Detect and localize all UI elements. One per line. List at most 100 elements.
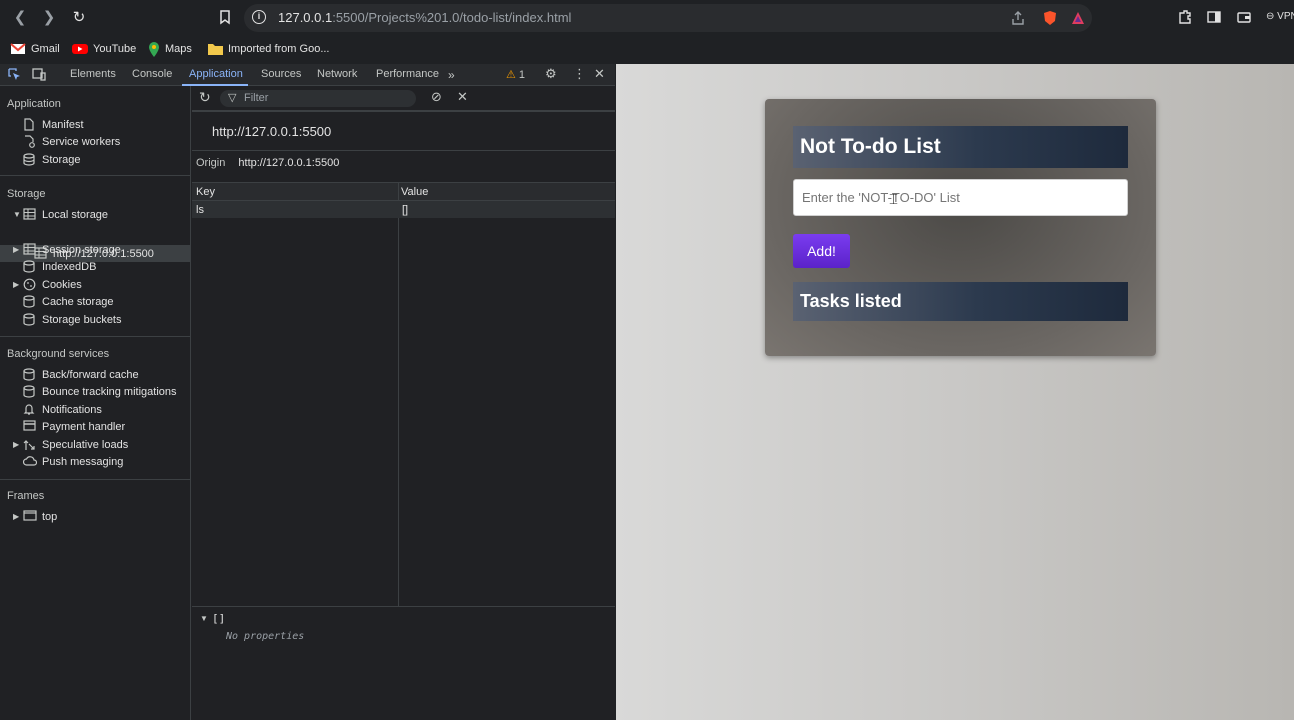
url-text: 127.0.0.1:5500/Projects%201.0/todo-list/… (278, 10, 572, 25)
wallet-icon[interactable] (1236, 9, 1252, 25)
sidebar-item-payment-handler[interactable]: Payment handler (23, 418, 125, 435)
sidebar-item-manifest[interactable]: Manifest (23, 116, 84, 133)
collapse-arrow-icon[interactable]: ▶ (13, 440, 19, 449)
tab-performance[interactable]: Performance (376, 68, 439, 80)
sidebar-divider (0, 175, 191, 176)
sidebar-item-storage-buckets[interactable]: Storage buckets (23, 311, 122, 328)
sidebar-icon[interactable] (1206, 9, 1222, 25)
bookmark-imported-folder[interactable]: Imported from Goo... (208, 40, 329, 58)
table-header: Key Value (192, 182, 615, 201)
column-value[interactable]: Value (401, 186, 428, 198)
database-icon (23, 313, 37, 326)
back-icon[interactable]: ❮ (10, 8, 30, 28)
sidebar-item-local-storage[interactable]: Local storage (23, 206, 108, 223)
expand-arrow-icon[interactable]: ▼ (13, 210, 21, 219)
warnings-badge[interactable]: ⚠ 1 (506, 68, 525, 81)
brave-rewards-icon[interactable] (1070, 10, 1086, 26)
sidebar-item-cookies[interactable]: Cookies (23, 276, 82, 293)
bookmark-maps[interactable]: Maps (148, 40, 192, 58)
sidebar-item-speculative-loads[interactable]: Speculative loads (23, 436, 128, 453)
clear-all-icon[interactable]: ⊘ (431, 89, 442, 105)
database-icon (23, 260, 37, 273)
reload-icon[interactable]: ↻ (69, 8, 89, 28)
tab-network[interactable]: Network (317, 68, 357, 80)
table-grid-icon (23, 243, 37, 256)
gmail-icon (10, 43, 26, 54)
bookmarks-bar: Gmail YouTube Maps Imported from Goo... (0, 36, 1294, 62)
settings-gear-icon[interactable]: ⚙ (545, 66, 557, 82)
table-row[interactable]: ls [] (192, 201, 615, 218)
filter-placeholder: Filter (244, 92, 269, 104)
file-icon (23, 118, 37, 131)
service-worker-gear-icon (23, 135, 37, 148)
tab-application[interactable]: Application (189, 68, 243, 80)
value-preview: ▼ [] No properties (192, 606, 615, 720)
inspect-element-icon[interactable] (8, 68, 21, 84)
collapse-arrow-icon[interactable]: ▶ (13, 245, 19, 254)
frame-window-icon (23, 510, 37, 523)
sidebar-item-back-forward-cache[interactable]: Back/forward cache (23, 366, 139, 383)
browser-toolbar: ❮ ❯ ↻ i 127.0.0.1:5500/Projects%201.0/to… (0, 0, 1294, 36)
site-info-icon[interactable]: i (252, 10, 266, 24)
tab-console[interactable]: Console (132, 68, 172, 80)
sidebar-item-notifications[interactable]: Notifications (23, 401, 102, 418)
tasks-heading: Tasks listed (793, 282, 1128, 321)
device-toolbar-icon[interactable] (32, 68, 46, 84)
sidebar-heading-storage: Storage (7, 188, 46, 200)
database-icon (23, 385, 37, 398)
collapse-arrow-icon[interactable]: ▶ (13, 280, 19, 289)
table-grid-icon (23, 208, 37, 221)
devtools-panel: Elements Console Application Sources Net… (0, 64, 615, 720)
bookmark-youtube[interactable]: YouTube (72, 40, 136, 58)
youtube-icon (72, 44, 88, 54)
filter-input[interactable]: ▽ Filter (220, 90, 416, 107)
sidebar-item-session-storage[interactable]: Session storage (23, 241, 121, 258)
speculative-arrows-icon (23, 438, 37, 451)
sidebar-heading-frames: Frames (7, 490, 45, 502)
column-key[interactable]: Key (196, 186, 215, 198)
extensions-icon[interactable] (1177, 9, 1193, 25)
todo-input[interactable] (793, 179, 1128, 216)
divider (192, 150, 615, 151)
sidebar-item-cache-storage[interactable]: Cache storage (23, 293, 114, 310)
sidebar-item-storage[interactable]: Storage (23, 151, 81, 168)
bookmark-icon[interactable] (218, 9, 234, 25)
refresh-icon[interactable]: ↻ (199, 89, 211, 106)
sidebar-item-indexeddb[interactable]: IndexedDB (23, 258, 96, 275)
sidebar-heading-application: Application (7, 98, 61, 110)
sidebar-item-frame-top[interactable]: top (23, 508, 57, 525)
more-tabs-icon[interactable]: » (448, 68, 455, 82)
cookie-icon (23, 278, 37, 291)
application-sidebar: Application Manifest Service workers Sto… (0, 86, 191, 720)
bookmark-gmail[interactable]: Gmail (10, 40, 60, 58)
bell-icon (23, 403, 37, 416)
origin-row: Origin http://127.0.0.1:5500 (196, 157, 339, 169)
forward-icon[interactable]: ❯ (39, 8, 59, 28)
cell-value: [] (402, 204, 409, 216)
address-bar[interactable]: i 127.0.0.1:5500/Projects%201.0/todo-lis… (244, 4, 1092, 32)
sidebar-item-bounce-tracking[interactable]: Bounce tracking mitigations (23, 383, 177, 400)
preview-empty-text: No properties (226, 631, 305, 642)
cloud-icon (22, 455, 38, 468)
vpn-button[interactable]: ⊖ VPN (1266, 11, 1294, 22)
storage-main-pane: ↻ ▽ Filter ⊘ ✕ http://127.0.0.1:5500 Ori… (192, 86, 615, 720)
share-icon[interactable] (1010, 10, 1026, 26)
brave-shield-icon[interactable] (1042, 10, 1058, 26)
origin-label: Origin (196, 157, 226, 169)
page-title: Not To-do List (793, 126, 1128, 168)
close-devtools-icon[interactable]: ✕ (594, 66, 605, 82)
cell-key: ls (196, 204, 204, 216)
tab-sources[interactable]: Sources (261, 68, 301, 80)
delete-selected-icon[interactable]: ✕ (457, 89, 468, 105)
tab-elements[interactable]: Elements (70, 68, 116, 80)
more-options-icon[interactable]: ⋮ (573, 66, 586, 82)
collapse-arrow-icon[interactable]: ▶ (13, 512, 19, 521)
todo-card: Not To-do List Add! Tasks listed (765, 99, 1156, 356)
expand-arrow-icon[interactable]: ▼ (200, 614, 208, 623)
page-viewport: Not To-do List Add! Tasks listed ⌶ (616, 64, 1294, 720)
add-button[interactable]: Add! (793, 234, 850, 268)
sidebar-item-service-workers[interactable]: Service workers (23, 133, 120, 150)
maps-icon (149, 41, 159, 57)
sidebar-item-push-messaging[interactable]: Push messaging (22, 453, 123, 470)
database-icon (23, 295, 37, 308)
